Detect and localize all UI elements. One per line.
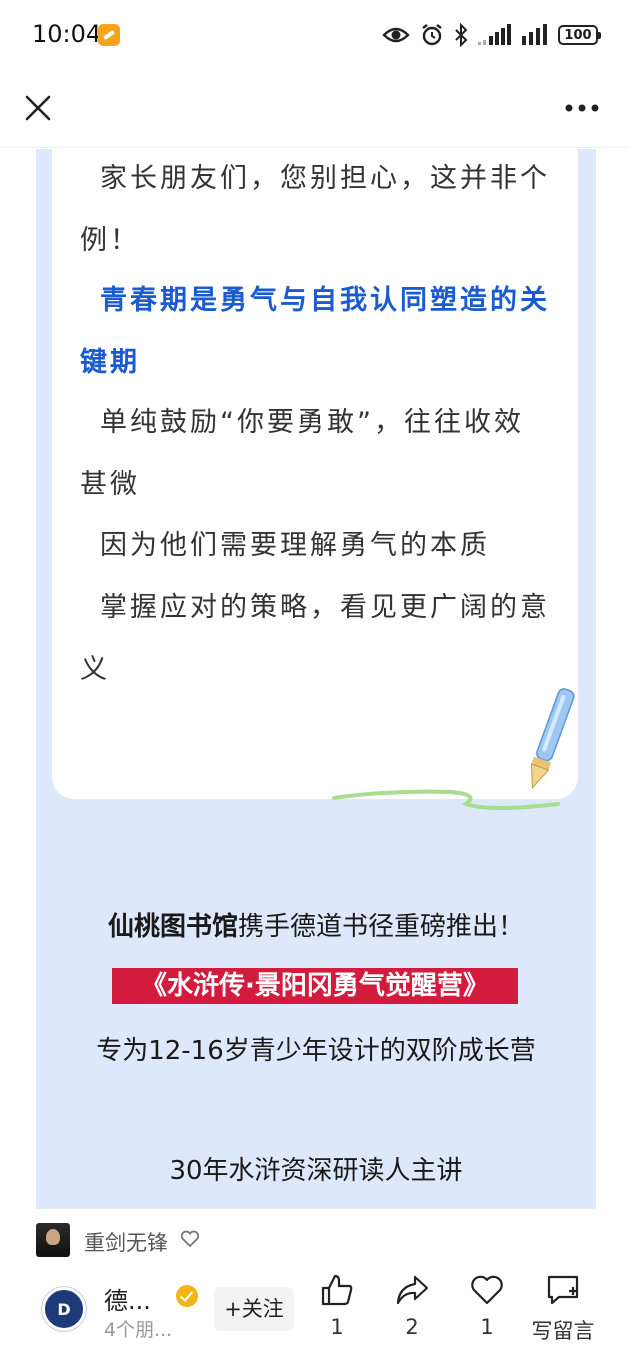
- like-button[interactable]: 1: [302, 1273, 372, 1339]
- alarm-icon: [422, 24, 442, 46]
- paragraph-3: 单纯鼓励“你要勇敢”，往往收效甚微: [80, 407, 524, 500]
- close-button[interactable]: [18, 88, 58, 128]
- favorite-button[interactable]: 1: [452, 1273, 522, 1339]
- like-count: 1: [330, 1315, 344, 1339]
- bluetooth-icon: [455, 23, 468, 47]
- bottom-bar: 重剑无锋 D 德... 4个朋... +关注 1 2 1 写留言: [0, 1209, 630, 1360]
- status-icons: 100: [382, 20, 601, 50]
- heart-icon: [180, 1230, 200, 1248]
- battery-icon: 100: [558, 25, 601, 45]
- promo-line-1: 仙桃图书馆携手德道书径重磅推出！: [36, 906, 596, 943]
- share-button[interactable]: 2: [377, 1273, 447, 1339]
- paragraph-4: 因为他们需要理解勇气的本质: [100, 530, 490, 561]
- more-options-button[interactable]: [560, 88, 604, 128]
- eye-icon: [382, 27, 410, 43]
- thumbs-up-icon: [321, 1274, 353, 1306]
- status-time: 10:04: [32, 20, 102, 48]
- close-icon: [25, 95, 51, 121]
- nav-bar: [0, 72, 630, 148]
- liker-name[interactable]: 重剑无锋: [84, 1227, 168, 1257]
- more-icon: [565, 104, 599, 112]
- promo-line-4: 30年水浒资深研读人主讲: [169, 1156, 463, 1186]
- promo-line-3: 专为12-16岁青少年设计的双阶成长营: [96, 1036, 536, 1066]
- follow-button[interactable]: +关注: [214, 1287, 294, 1331]
- promo-line-1-rest: 携手德道书径重磅推出！: [238, 912, 525, 942]
- share-icon: [396, 1275, 429, 1305]
- notification-app-icon: [98, 24, 120, 46]
- paragraph-highlight: 青春期是勇气与自我认同塑造的关键期: [80, 285, 550, 378]
- account-name[interactable]: 德...: [104, 1281, 151, 1316]
- library-name: 仙桃图书馆: [107, 912, 238, 942]
- account-avatar[interactable]: D: [42, 1287, 86, 1331]
- status-bar: 10:04 100: [0, 0, 630, 72]
- comment-icon: [547, 1275, 579, 1305]
- paragraph-1: 家长朋友们，您别担心，这并非个例！: [80, 163, 550, 256]
- favorite-count: 1: [480, 1315, 494, 1339]
- account-friends: 4个朋...: [104, 1319, 173, 1341]
- share-count: 2: [405, 1315, 419, 1339]
- liker-avatar[interactable]: [36, 1223, 70, 1257]
- heart-icon: [471, 1275, 503, 1305]
- comment-label: 写留言: [531, 1319, 595, 1343]
- signal-icon-2: [522, 24, 547, 45]
- verified-icon: [176, 1285, 198, 1307]
- signal-icon: [478, 24, 511, 45]
- pen-illustration: [332, 688, 575, 810]
- comment-button[interactable]: 写留言: [527, 1273, 599, 1345]
- camp-title-banner: 《水浒传·景阳冈勇气觉醒营》: [112, 968, 518, 1004]
